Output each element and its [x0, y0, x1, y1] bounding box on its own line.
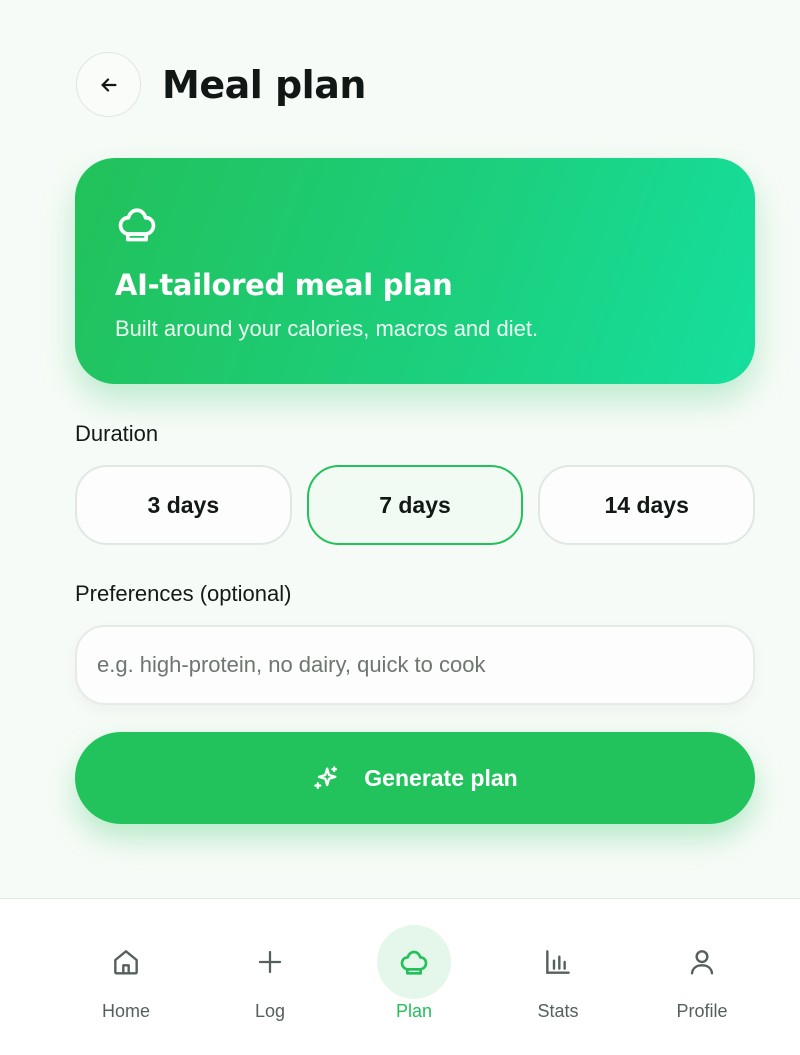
generate-plan-label: Generate plan: [364, 764, 518, 791]
bar-chart-icon: [546, 950, 570, 974]
duration-option-7-days[interactable]: 7 days: [306, 465, 524, 545]
sparkles-icon: [314, 766, 338, 790]
nav-label-plan: Plan: [395, 1001, 433, 1021]
chef-hat-icon: [118, 208, 156, 242]
home-icon: [114, 950, 138, 975]
duration-label: Duration: [75, 421, 159, 446]
nav-label-log: Log: [254, 1001, 286, 1021]
nav-item-home[interactable]: Home: [54, 899, 198, 1055]
meal-plan-screen: Meal plan AI-tailored meal plan Built ar…: [0, 0, 800, 1055]
header: Meal plan: [76, 52, 366, 117]
duration-option-3-days[interactable]: 3 days: [75, 465, 292, 545]
duration-option-14-days[interactable]: 14 days: [538, 465, 756, 545]
chef-hat-icon: [400, 950, 428, 975]
nav-label-stats: Stats: [537, 1001, 579, 1021]
hero-card: AI-tailored meal plan Built around your …: [75, 158, 755, 384]
nav-item-log[interactable]: Log: [198, 899, 342, 1055]
back-button[interactable]: [76, 52, 141, 117]
nav-label-home: Home: [101, 1001, 150, 1021]
plus-icon: [258, 950, 282, 974]
arrow-left-icon: [100, 77, 117, 92]
bottom-nav: Home Log Plan Stats Profile: [0, 898, 800, 1055]
nav-item-stats[interactable]: Stats: [486, 899, 630, 1055]
nav-label-profile: Profile: [676, 1001, 728, 1021]
preferences-input[interactable]: [75, 625, 755, 705]
hero-title: AI-tailored meal plan: [115, 268, 453, 302]
duration-options: 3 days 7 days 14 days: [75, 465, 756, 545]
page-title: Meal plan: [162, 62, 366, 107]
hero-subtitle: Built around your calories, macros and d…: [115, 316, 539, 341]
generate-plan-button[interactable]: Generate plan: [75, 732, 755, 824]
preferences-label: Preferences (optional): [75, 581, 292, 606]
user-icon: [690, 950, 714, 975]
nav-item-plan[interactable]: Plan: [342, 899, 486, 1055]
nav-item-profile[interactable]: Profile: [630, 899, 774, 1055]
